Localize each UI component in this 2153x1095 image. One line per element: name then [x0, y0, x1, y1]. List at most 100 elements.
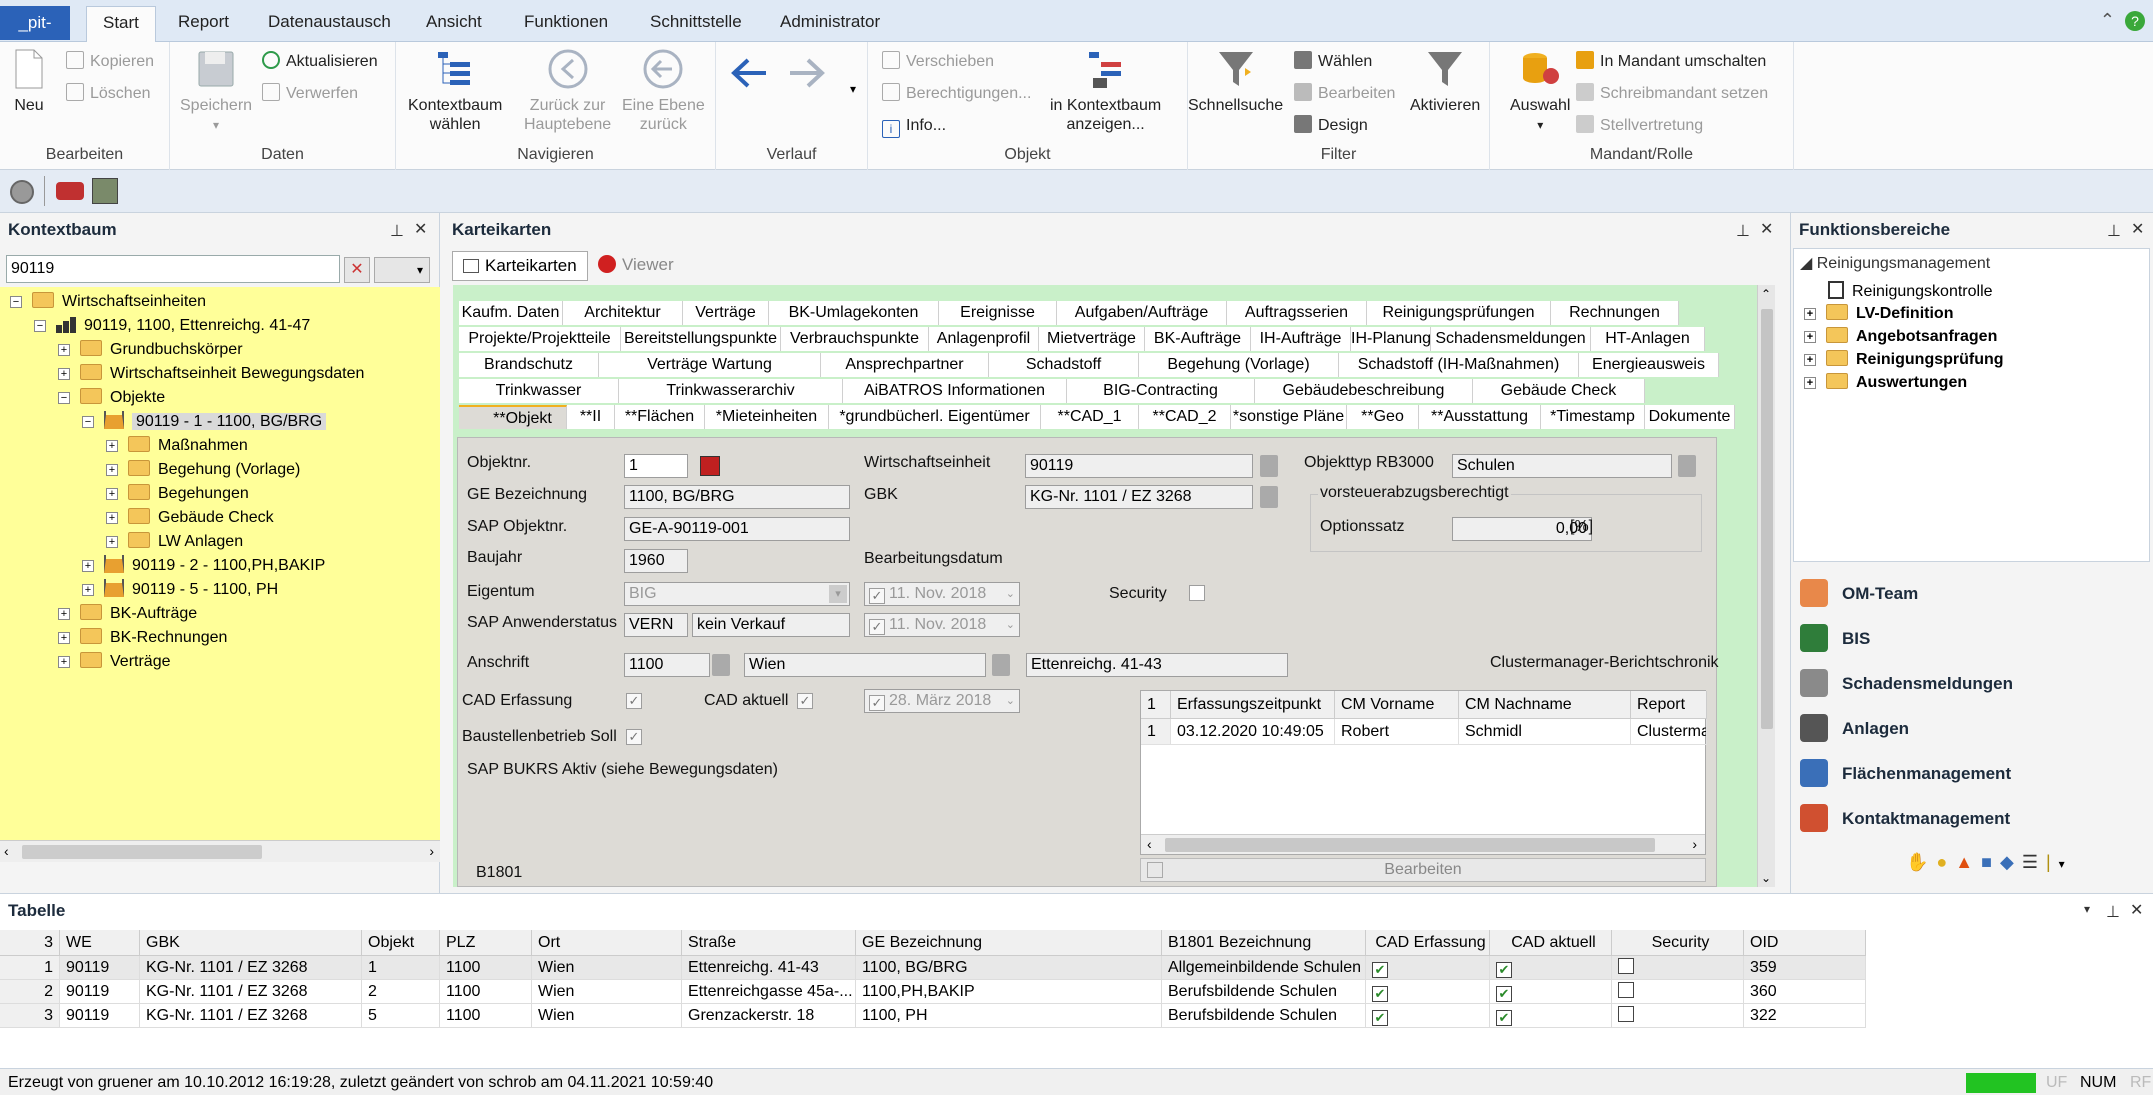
tab-big-contracting[interactable]: BIG-Contracting — [1067, 379, 1255, 403]
table-cell[interactable]: 1 — [362, 956, 440, 980]
app-menu-button[interactable]: _pit- — [0, 6, 70, 40]
table-cell[interactable]: 90119 — [60, 1004, 140, 1028]
verschieben-button[interactable]: Verschieben — [882, 50, 994, 74]
collapse-icon[interactable]: − — [58, 392, 70, 404]
grid-header[interactable]: Report — [1631, 691, 1707, 719]
nav-icon-strip[interactable]: ✋●▲■◆☰|▾ — [1906, 852, 2073, 873]
table-cell[interactable]: 2 — [362, 980, 440, 1004]
tab-verbrauchspunkte[interactable]: Verbrauchspunkte — [781, 327, 929, 351]
eine-ebene-zurueck-button[interactable]: Eine Ebene zurück — [622, 48, 705, 134]
grid-cell[interactable]: Schmidl — [1459, 719, 1631, 745]
table-checkbox[interactable]: ✔ — [1496, 962, 1512, 978]
chevron-down-icon[interactable]: ▾ — [2059, 857, 2073, 871]
map-icon[interactable] — [92, 178, 118, 204]
tree-node[interactable]: +90119 - 5 - 1100, PH — [82, 579, 278, 601]
tab-ausstattung[interactable]: **Ausstattung — [1419, 405, 1541, 429]
form-vertical-scrollbar[interactable]: ⌃ ⌄ — [1757, 285, 1775, 887]
pin-icon[interactable]: ⊥ — [2107, 221, 2121, 241]
tab-start[interactable]: Start — [86, 6, 156, 43]
loeschen-button[interactable]: Löschen — [66, 82, 151, 106]
sap-anwenderstatus-code[interactable]: VERN — [624, 613, 688, 637]
kontextbaum-waehlen-button[interactable]: Kontextbaum wählen — [408, 48, 502, 134]
close-icon[interactable]: ✕ — [2130, 900, 2143, 920]
tab-reinigungspr-fungen[interactable]: Reinigungsprüfungen — [1367, 301, 1551, 325]
tree-node[interactable]: + Verträge — [58, 651, 170, 673]
expand-icon[interactable]: + — [58, 368, 70, 380]
bearbeitungsdatum-1[interactable]: ✓ 11. Nov. 2018 ⌄ — [864, 582, 1020, 606]
zurueck-hauptebene-button[interactable]: Zurück zur Hauptebene — [524, 48, 611, 134]
tree-item-lv-definition[interactable]: + LV-Definition — [1804, 303, 1953, 325]
key-icon[interactable]: | — [2046, 852, 2059, 872]
table-header[interactable]: Security — [1612, 930, 1744, 956]
table-header[interactable]: GE Bezeichnung — [856, 930, 1162, 956]
we-lookup-icon[interactable] — [1260, 455, 1278, 477]
table-header[interactable]: Objekt — [362, 930, 440, 956]
aktualisieren-button[interactable]: Aktualisieren — [262, 50, 378, 74]
berechtigungen-button[interactable]: Berechtigungen... — [882, 82, 1031, 106]
waehlen-button[interactable]: Wählen — [1294, 50, 1372, 74]
ort-field[interactable]: Wien — [744, 653, 986, 677]
table-cell[interactable]: KG-Nr. 1101 / EZ 3268 — [140, 1004, 362, 1028]
history-dropdown-icon[interactable]: ▾ — [850, 82, 856, 96]
table-header[interactable]: PLZ — [440, 930, 532, 956]
tab-datenaustausch[interactable]: Datenaustausch — [268, 12, 391, 32]
tab-projekte-projektteile[interactable]: Projekte/Projektteile — [459, 327, 621, 351]
pin-icon[interactable]: ⊥ — [2106, 902, 2120, 922]
baujahr-field[interactable]: 1960 — [624, 549, 688, 573]
table-cell[interactable]: KG-Nr. 1101 / EZ 3268 — [140, 980, 362, 1004]
list-icon[interactable]: ☰ — [2022, 852, 2046, 872]
tree-node[interactable]: − Wirtschaftseinheiten — [10, 291, 206, 313]
expand-icon[interactable]: + — [58, 608, 70, 620]
gbk-field[interactable]: KG-Nr. 1101 / EZ 3268 — [1025, 485, 1253, 509]
tab-aibatros-informationen[interactable]: AiBATROS Informationen — [843, 379, 1067, 403]
grid-horizontal-scrollbar[interactable]: ‹ › — [1141, 834, 1705, 854]
chevron-down-icon[interactable]: ▾ — [2084, 902, 2090, 916]
tab-cad-1[interactable]: **CAD_1 — [1041, 405, 1139, 429]
grid-header[interactable]: CM Nachname — [1459, 691, 1631, 719]
table-cell[interactable]: 359 — [1744, 956, 1866, 980]
truck-icon[interactable]: ■ — [1981, 852, 2000, 872]
globe-icon[interactable] — [10, 180, 34, 204]
tab-ih-planung[interactable]: IH-Planung — [1351, 327, 1431, 351]
objekttyp-field[interactable]: Schulen — [1452, 454, 1672, 478]
table-checkbox[interactable] — [1618, 958, 1634, 974]
cad-erfassung-checkbox[interactable]: ✓ — [626, 693, 642, 709]
tree-item-reinigungskontrolle[interactable]: Reinigungskontrolle — [1828, 281, 1993, 303]
forward-arrow-icon[interactable] — [786, 52, 828, 94]
tab-ansprechpartner[interactable]: Ansprechpartner — [821, 353, 989, 377]
tab-timestamp[interactable]: *Timestamp — [1541, 405, 1645, 429]
table-cell[interactable]: Berufsbildende Schulen — [1162, 1004, 1366, 1028]
table-header[interactable]: Ort — [532, 930, 682, 956]
brush-icon[interactable]: ◆ — [2000, 852, 2022, 872]
table-cell[interactable]: ✔ — [1490, 1004, 1612, 1028]
wirtschaftseinheit-field[interactable]: 90119 — [1025, 454, 1253, 478]
table-cell[interactable]: Wien — [532, 956, 682, 980]
tab-energieausweis[interactable]: Energieausweis — [1579, 353, 1719, 377]
aktivieren-button[interactable]: Aktivieren — [1410, 48, 1480, 115]
objekttyp-lookup-icon[interactable] — [1678, 455, 1696, 477]
tab-ereignisse[interactable]: Ereignisse — [939, 301, 1057, 325]
expand-icon[interactable]: + — [106, 440, 118, 452]
car-icon[interactable] — [56, 182, 84, 200]
neu-button[interactable]: Neu — [8, 48, 50, 115]
tree-node[interactable]: + Gebäude Check — [106, 507, 274, 529]
tab-grundb-cherl-eigent-mer[interactable]: *grundbücherl. Eigentümer — [829, 405, 1041, 429]
table-row-number[interactable]: 1 — [0, 956, 60, 980]
tree-horizontal-scrollbar[interactable]: ‹ › — [0, 840, 440, 862]
expand-icon[interactable]: + — [106, 488, 118, 500]
tab-ii[interactable]: **II — [567, 405, 615, 429]
table-checkbox[interactable]: ✔ — [1496, 1010, 1512, 1026]
table-row-number[interactable]: 2 — [0, 980, 60, 1004]
tab-schnittstelle[interactable]: Schnittstelle — [650, 12, 742, 32]
table-cell[interactable]: ✔ — [1366, 956, 1490, 980]
table-checkbox[interactable] — [1618, 982, 1634, 998]
in-mandant-umschalten-button[interactable]: In Mandant umschalten — [1576, 50, 1766, 74]
table-cell[interactable] — [1612, 956, 1744, 980]
tree-search-input[interactable] — [6, 255, 340, 283]
strasse-field[interactable]: Ettenreichg. 41-43 — [1026, 653, 1288, 677]
nav-om-team[interactable]: OM-Team — [1800, 574, 1918, 614]
schnellsuche-button[interactable]: Schnellsuche — [1188, 48, 1283, 115]
tab-geb-ude-check[interactable]: Gebäude Check — [1473, 379, 1645, 403]
tree-node[interactable]: − 90119 - 1 - 1100, BG/BRG — [82, 411, 327, 433]
objektnr-field[interactable]: 1 — [624, 454, 688, 478]
